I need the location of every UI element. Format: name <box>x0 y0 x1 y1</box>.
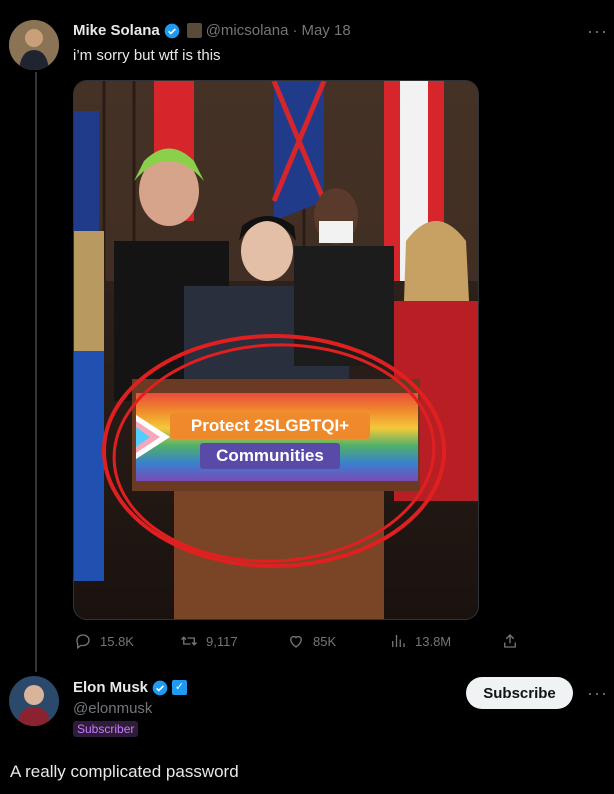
banner-line-2: Communities <box>200 443 340 469</box>
avatar-image <box>9 20 59 70</box>
share-icon <box>504 634 516 648</box>
x-affiliate-icon: ✓ <box>172 680 188 695</box>
author-handle[interactable]: @micsolana <box>206 22 289 39</box>
thread-line <box>35 72 37 672</box>
reply-avatar-image <box>9 676 59 726</box>
like-button[interactable]: 85K <box>287 632 336 650</box>
media-image <box>74 81 478 619</box>
reply-header: Elon Musk ✓ <box>73 679 188 696</box>
verified-badge-icon <box>164 23 180 38</box>
author-avatar[interactable] <box>9 20 59 70</box>
tweet-media[interactable]: Protect 2SLGBTQI+ Communities <box>73 80 479 620</box>
reply-author-avatar[interactable] <box>9 676 59 726</box>
more-options-icon[interactable]: ··· <box>587 22 608 40</box>
views-count: 13.8M <box>415 633 452 649</box>
reply-author-handle[interactable]: @elonmusk <box>73 700 152 717</box>
verified-badge-icon <box>152 680 168 695</box>
separator-dot: · <box>292 22 298 39</box>
tweet-text: i’m sorry but wtf is this <box>73 47 221 64</box>
reply-button[interactable]: 15.8K <box>74 632 134 650</box>
retweet-button[interactable]: 9,117 <box>180 632 238 650</box>
views-chart-icon <box>392 635 405 647</box>
retweet-count: 9,117 <box>206 633 238 649</box>
reply-text: A really complicated password <box>10 762 239 781</box>
tweet-date[interactable]: May 18 <box>301 22 350 39</box>
tweet-header: Mike Solana @micsolana · May 18 <box>73 22 351 39</box>
like-count: 85K <box>313 633 337 649</box>
banner-line-1: Protect 2SLGBTQI+ <box>170 413 370 439</box>
subscribe-button[interactable]: Subscribe <box>466 677 573 709</box>
subscriber-badge: Subscriber <box>73 721 139 737</box>
author-name[interactable]: Mike Solana <box>73 22 160 39</box>
reply-icon <box>76 634 90 650</box>
reply-more-options-icon[interactable]: ··· <box>587 684 608 702</box>
retweet-icon <box>181 636 197 646</box>
affiliate-icon <box>186 23 202 38</box>
reply-count: 15.8K <box>100 633 134 649</box>
heart-icon <box>290 635 302 648</box>
share-button[interactable] <box>501 632 519 650</box>
reply-author-name[interactable]: Elon Musk <box>73 679 148 696</box>
views-button[interactable]: 13.8M <box>389 632 451 650</box>
